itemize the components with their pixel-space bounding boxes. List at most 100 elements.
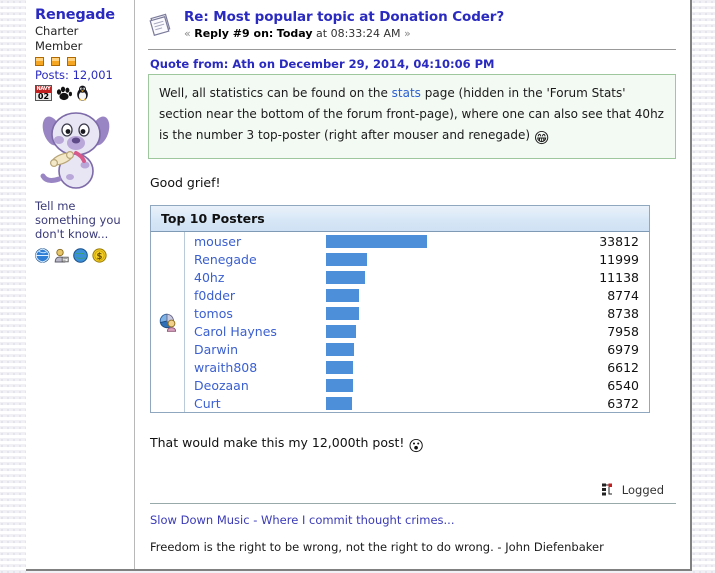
logged-row: Logged bbox=[148, 483, 664, 497]
post-subject-link[interactable]: Re: Most popular topic at Donation Coder… bbox=[184, 9, 504, 25]
poster-name-link[interactable]: Darwin bbox=[185, 340, 326, 358]
poster-post-count: 8738 bbox=[607, 305, 639, 321]
poster-post-count: 6612 bbox=[607, 359, 639, 375]
poster-bar bbox=[326, 306, 359, 320]
member-title: Charter Member bbox=[35, 24, 83, 53]
poster-bar bbox=[326, 288, 359, 302]
topic-pages-icon bbox=[148, 12, 174, 39]
page-background-texture-right bbox=[692, 0, 715, 573]
signature-divider bbox=[150, 503, 676, 504]
post-meta-chevron-right: » bbox=[404, 27, 411, 40]
forum-page: Renegade Charter Member Posts: 12,001 NA… bbox=[0, 0, 715, 573]
top-posters-body: mouser 33812 Renegade 11999 40hz 11138 f0dder 8… bbox=[150, 232, 650, 413]
top-posters-table: mouser 33812 Renegade 11999 40hz 11138 f0dder 8… bbox=[185, 232, 649, 412]
poster-bar bbox=[326, 324, 357, 338]
report-to-moderator-icon[interactable] bbox=[601, 483, 617, 497]
poster-name-link[interactable]: f0dder bbox=[185, 286, 326, 304]
paw-print-icon bbox=[56, 86, 72, 101]
table-row: Deozaan 6540 bbox=[185, 376, 649, 394]
poster-name-link[interactable]: Carol Haynes bbox=[185, 322, 326, 340]
poster-bar bbox=[326, 378, 353, 392]
table-row: Carol Haynes 7958 bbox=[185, 322, 649, 340]
poster-name-link[interactable]: tomos bbox=[185, 304, 326, 322]
pie-chart-icon bbox=[159, 313, 176, 332]
top-posters-title: Top 10 Posters bbox=[150, 205, 650, 232]
donate-coin-icon[interactable]: $ bbox=[92, 248, 107, 263]
stats-icon-cell bbox=[151, 232, 185, 412]
poster-bar-cell bbox=[326, 286, 531, 304]
top-posters-panel: Top 10 Posters mouser 33812 Renegade 11999 4… bbox=[150, 205, 650, 413]
post-time: at 08:33:24 AM bbox=[316, 27, 401, 40]
post-container: Renegade Charter Member Posts: 12,001 NA… bbox=[26, 0, 692, 571]
website-globe-icon[interactable] bbox=[35, 248, 50, 263]
poster-name-link[interactable]: Deozaan bbox=[185, 376, 326, 394]
logged-label: Logged bbox=[621, 483, 664, 497]
user-profile-icon[interactable] bbox=[54, 248, 69, 263]
rank-star-icon bbox=[35, 57, 44, 66]
post-text-12000th: That would make this my 12,000th post! 😮 bbox=[150, 434, 676, 455]
dog-avatar-image bbox=[37, 107, 128, 192]
navy-badge-number: 02 bbox=[37, 92, 50, 101]
poster-name-link[interactable]: Curt bbox=[185, 394, 326, 412]
page-background-texture-left bbox=[0, 0, 26, 573]
poster-bar bbox=[326, 396, 352, 410]
linux-penguin-icon bbox=[77, 85, 88, 101]
poster-name-link[interactable]: wraith808 bbox=[185, 358, 326, 376]
table-row: wraith808 6612 bbox=[185, 358, 649, 376]
poster-bar-cell bbox=[326, 376, 531, 394]
green-globe-icon[interactable] bbox=[73, 248, 88, 263]
post-reply-number: Reply #9 on: bbox=[194, 27, 274, 40]
poster-name-link[interactable]: mouser bbox=[185, 232, 326, 250]
post-meta-chevron-left: « bbox=[184, 27, 191, 40]
quote-block: Well, all statistics can be found on the… bbox=[148, 74, 676, 159]
poster-bar-cell bbox=[326, 304, 531, 322]
table-row: Darwin 6979 bbox=[185, 340, 649, 358]
signature-link[interactable]: Slow Down Music - Where I commit thought… bbox=[150, 513, 676, 528]
post-header: Re: Most popular topic at Donation Coder… bbox=[148, 9, 676, 41]
table-row: Renegade 11999 bbox=[185, 250, 649, 268]
member-username-link[interactable]: Renegade bbox=[35, 8, 128, 23]
grin-smiley-icon: 😁 bbox=[533, 129, 550, 147]
post-meta-line: « Reply #9 on: Today at 08:33:24 AM » bbox=[184, 26, 504, 41]
member-personal-text: Tell me something you don't know... bbox=[35, 199, 121, 241]
poster-name-link[interactable]: Renegade bbox=[185, 250, 326, 268]
poster-post-count: 11138 bbox=[599, 269, 639, 285]
poster-post-count: 11999 bbox=[599, 251, 639, 267]
poster-bar-cell bbox=[326, 232, 531, 250]
poster-post-count: 6979 bbox=[607, 341, 639, 357]
poster-bar-cell bbox=[326, 394, 531, 412]
table-row: tomos 8738 bbox=[185, 304, 649, 322]
member-post-count: Posts: 12,001 bbox=[35, 68, 113, 82]
table-row: f0dder 8774 bbox=[185, 286, 649, 304]
stats-page-link[interactable]: stats bbox=[392, 86, 421, 100]
rank-star-icon bbox=[66, 57, 76, 66]
header-divider bbox=[148, 49, 676, 50]
poster-post-count: 33812 bbox=[599, 233, 639, 249]
poster-name-link[interactable]: 40hz bbox=[185, 268, 326, 286]
rank-star-icon bbox=[50, 57, 60, 66]
poster-bar bbox=[326, 252, 368, 266]
table-row: Curt 6372 bbox=[185, 394, 649, 412]
poster-bar-cell bbox=[326, 340, 531, 358]
svg-text:$: $ bbox=[97, 252, 103, 262]
poster-bar-cell bbox=[326, 358, 531, 376]
poster-bar bbox=[326, 342, 354, 356]
poster-bar-cell bbox=[326, 268, 531, 286]
poster-bar bbox=[326, 360, 353, 374]
navy-badge-icon: NAVY 02 bbox=[35, 85, 52, 101]
member-info-panel: Renegade Charter Member Posts: 12,001 NA… bbox=[26, 0, 135, 569]
quote-attribution: Quote from: Ath on December 29, 2014, 04… bbox=[150, 57, 495, 71]
poster-post-count: 8774 bbox=[607, 287, 639, 303]
quote-text-part1: Well, all statistics can be found on the bbox=[159, 86, 392, 100]
poster-bar-cell bbox=[326, 250, 531, 268]
poster-bar-cell bbox=[326, 322, 531, 340]
poster-post-count: 6540 bbox=[607, 377, 639, 393]
poster-post-count: 6372 bbox=[607, 395, 639, 411]
post-text-12000th-label: That would make this my 12,000th post! bbox=[150, 435, 409, 450]
member-link-icons: $ bbox=[35, 248, 128, 263]
poster-post-count: 7958 bbox=[607, 323, 639, 339]
post-date-today: Today bbox=[276, 27, 313, 40]
table-row: mouser 33812 bbox=[185, 232, 649, 250]
surprised-smiley-icon: 😮 bbox=[408, 437, 425, 455]
poster-bar bbox=[326, 234, 427, 248]
